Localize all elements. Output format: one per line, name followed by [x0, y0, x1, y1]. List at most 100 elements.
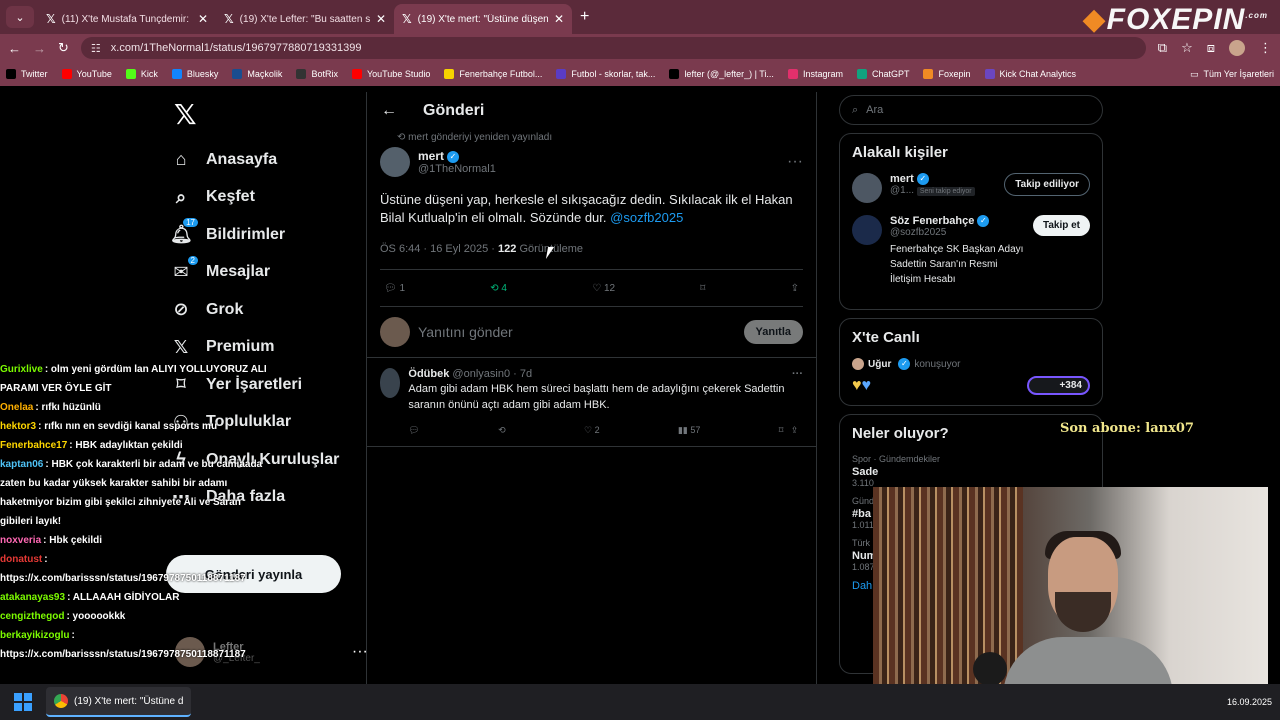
- bookmark-item[interactable]: Bluesky: [171, 69, 219, 79]
- reply-input[interactable]: Yanıtını gönder: [418, 324, 736, 340]
- bookmark-item[interactable]: Instagram: [787, 69, 843, 79]
- bookmark-item[interactable]: Twitter: [6, 69, 48, 79]
- reply-composer: Yanıtını gönder Yanıtla: [367, 307, 816, 358]
- bookmark-icon[interactable]: ⌑: [779, 425, 784, 435]
- favicon-icon: [351, 69, 362, 79]
- bookmark-item[interactable]: BotRix: [296, 69, 338, 79]
- bookmark-item[interactable]: Futbol - skorlar, tak...: [556, 69, 655, 79]
- bookmark-label: Bluesky: [186, 69, 219, 79]
- clock[interactable]: 16.09.2025: [1227, 696, 1272, 708]
- bookmark-item[interactable]: YouTube: [61, 69, 112, 79]
- chat-username: hektor3: [0, 421, 37, 432]
- new-tab-button[interactable]: +: [580, 8, 589, 26]
- author-handle[interactable]: @1TheNormal1: [418, 163, 496, 175]
- repost-icon[interactable]: ⟲: [498, 425, 506, 436]
- nav-label: Mesajlar: [206, 263, 271, 281]
- bookmark-label: Twitter: [21, 69, 48, 79]
- nav-item[interactable]: ⊘ Grok: [170, 291, 360, 329]
- bookmark-item[interactable]: Kick Chat Analytics: [984, 69, 1076, 79]
- views-action[interactable]: ▮▮ 57: [678, 425, 700, 436]
- live-host: Uğur ✓ konuşuyor: [852, 358, 1090, 371]
- bookmark-item[interactable]: YouTube Studio: [351, 69, 430, 79]
- live-card[interactable]: X'te Canlı Uğur ✓ konuşuyor ♥♥ +384: [839, 318, 1103, 407]
- taskbar-chrome-app[interactable]: (19) X'te mert: "Üstüne d: [46, 687, 192, 717]
- following-button[interactable]: Takip ediliyor: [1004, 173, 1090, 196]
- share-icon[interactable]: ⇪: [791, 425, 799, 435]
- favicon-icon: [444, 69, 455, 79]
- follow-button[interactable]: Takip et: [1032, 215, 1090, 236]
- browser-tab-2[interactable]: 𝕏 (19) X'te Lefter: "Bu saatten son" ✕: [216, 4, 394, 34]
- windows-start-icon[interactable]: [14, 693, 32, 711]
- reply-author-name[interactable]: Ödübek: [408, 368, 449, 380]
- like-action[interactable]: ♡ 2: [584, 425, 600, 436]
- bookmark-item[interactable]: Kick: [125, 69, 158, 79]
- site-info-icon[interactable]: ☷: [91, 42, 101, 55]
- bookmark-label: Instagram: [802, 69, 843, 79]
- chat-message: cengizthegod: yoooookkk: [0, 607, 268, 626]
- trend-item[interactable]: Spor · Gündemdekiler Sade 3.110: [852, 454, 1090, 488]
- heart-emoji-icon: ♥♥: [852, 376, 871, 394]
- bookmark-item[interactable]: ChatGPT: [856, 69, 909, 79]
- more-icon[interactable]: ···: [352, 643, 368, 661]
- author-name[interactable]: mert ✓: [418, 149, 496, 163]
- person-name[interactable]: mert ✓: [890, 173, 975, 186]
- all-bookmarks[interactable]: ▭ Tüm Yer İşaretleri: [1190, 69, 1274, 80]
- bookmark-item[interactable]: Foxepin: [923, 69, 971, 79]
- chat-username: Fenerbahce17: [0, 440, 68, 451]
- nav-item[interactable]: 🔔︎ 17 Bildirimler: [170, 216, 360, 254]
- tab-search-button[interactable]: ⌄: [6, 6, 34, 28]
- browser-tab-1[interactable]: 𝕏 (11) X'te Mustafa Tunçdemir: "" ✕: [38, 4, 216, 34]
- reload-icon[interactable]: ↻: [58, 40, 69, 56]
- back-icon[interactable]: ←: [8, 41, 21, 56]
- more-icon[interactable]: ···: [792, 368, 803, 380]
- close-icon[interactable]: ✕: [198, 12, 208, 26]
- browser-tab-3-active[interactable]: 𝕏 (19) X'te mert: "Üstüne düşeni y" ✕: [394, 4, 572, 34]
- reply-button[interactable]: Yanıtla: [743, 320, 803, 344]
- bookmark-item[interactable]: Maçkolik: [232, 69, 282, 79]
- bookmark-icon[interactable]: ⌑: [700, 283, 705, 294]
- like-action[interactable]: ♡ 12: [592, 283, 615, 294]
- nav-item[interactable]: ✉ 2 Mesajlar: [170, 254, 360, 292]
- repost-action[interactable]: ⟲ 4: [490, 283, 507, 294]
- chat-text: : rıfkı hüzünlü: [35, 402, 101, 413]
- profile-avatar[interactable]: [1229, 40, 1245, 56]
- nav-item[interactable]: ⌕ Keşfet: [170, 179, 360, 217]
- streamer-beard: [1055, 592, 1111, 632]
- reply-action[interactable]: 💬︎ 1: [384, 283, 405, 294]
- foxepin-logo: ◆FOXEPIN.com: [1083, 2, 1268, 37]
- related-person: mert ✓ @1... Seni takip ediyor Takip edil…: [852, 173, 1090, 203]
- bookmark-item[interactable]: lefter (@_lefter_) | Ti...: [669, 69, 774, 79]
- person-name[interactable]: Söz Fenerbahçe ✓: [890, 215, 1025, 228]
- fox-icon: ◆: [1082, 3, 1107, 36]
- more-icon[interactable]: ···: [787, 153, 803, 171]
- reply-tweet[interactable]: Ödübek @onlyasin0 · 7d ··· Adam gibi adam…: [367, 358, 816, 447]
- tweet-time[interactable]: ÖS 6:44 · 16 Eyl 2025 ·: [380, 243, 498, 255]
- back-arrow-icon[interactable]: ←: [381, 102, 397, 120]
- avatar[interactable]: [380, 147, 410, 177]
- menu-icon[interactable]: ⋮: [1259, 40, 1272, 56]
- reply-icon[interactable]: 💬︎: [408, 425, 419, 436]
- bookmark-item[interactable]: Fenerbahçe Futbol...: [444, 69, 542, 79]
- repost-icon: ⟲: [397, 132, 406, 143]
- close-icon[interactable]: ✕: [554, 12, 564, 26]
- x-logo-icon[interactable]: 𝕏: [174, 98, 360, 131]
- chat-username: Gurixlive: [0, 364, 43, 375]
- verified-icon: ✓: [977, 215, 990, 228]
- extensions-icon[interactable]: ⧈: [1207, 40, 1215, 56]
- install-icon[interactable]: ⧉: [1158, 40, 1167, 56]
- address-bar[interactable]: ☷ x.com/1TheNormal1/status/1967977880719…: [80, 37, 1146, 59]
- search-input[interactable]: ⌕ Ara: [839, 95, 1103, 125]
- avatar[interactable]: [852, 215, 882, 245]
- avatar[interactable]: [852, 173, 882, 203]
- mention-link[interactable]: @sozfb2025: [610, 210, 683, 225]
- nav-item[interactable]: ⌂ Anasayfa: [170, 141, 360, 179]
- bookmark-label: BotRix: [311, 69, 338, 79]
- star-icon[interactable]: ☆: [1181, 40, 1193, 56]
- avatar[interactable]: [380, 368, 401, 398]
- forward-icon[interactable]: →: [33, 41, 46, 56]
- chat-message: Onelaa: rıfkı hüzünlü: [0, 398, 268, 417]
- tab-title: (11) X'te Mustafa Tunçdemir: "": [61, 13, 192, 25]
- share-icon[interactable]: ⇪: [791, 283, 799, 294]
- main-column: ← Gönderi ⟲ mert gönderiyi yeniden yayın…: [366, 92, 817, 684]
- close-icon[interactable]: ✕: [376, 12, 386, 26]
